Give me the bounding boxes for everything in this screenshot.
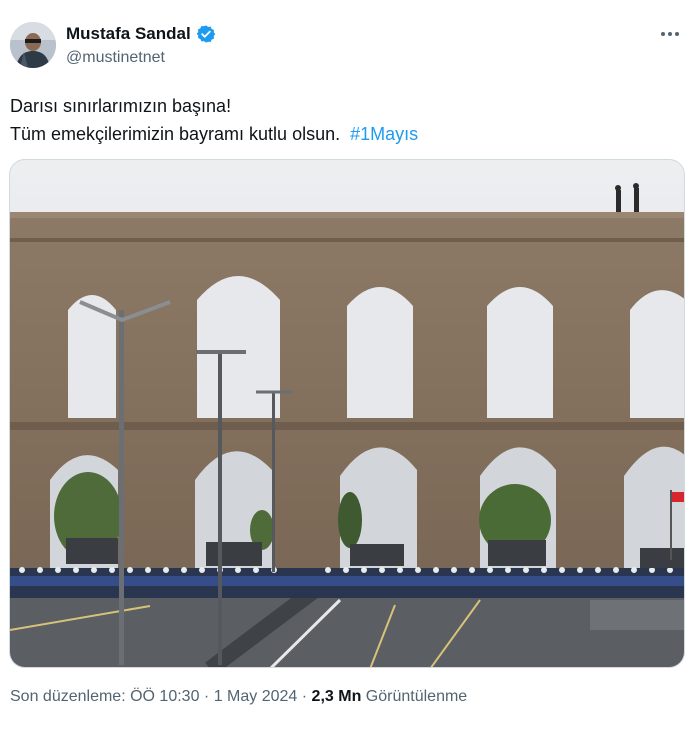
more-dot-icon [661,32,665,36]
tweet-time-link[interactable]: ÖÖ 10:30 · 1 May 2024 [130,688,297,705]
more-options-button[interactable] [658,24,682,44]
tweet-metadata: Son düzenleme: ÖÖ 10:30 · 1 May 2024 · 2… [10,688,467,706]
author-name-row: Mustafa Sandal [66,24,216,44]
tweet-card: Mustafa Sandal @mustinetnet Darısı sınır… [0,0,700,729]
aqueduct-photo [10,160,684,667]
tweet-media-photo[interactable] [9,159,685,668]
more-dot-icon [668,32,672,36]
more-dot-icon [675,32,679,36]
meta-separator: · [301,688,308,705]
avatar[interactable] [10,22,56,68]
edited-label[interactable]: Son düzenleme: [10,688,126,705]
meta-separator: · [203,688,210,705]
views-count: 2,3 Mn [311,688,362,705]
display-name[interactable]: Mustafa Sandal [66,24,191,44]
views-label: Görüntülenme [365,688,468,705]
avatar-photo-icon [10,22,56,68]
tweet-date: 1 May 2024 [213,688,298,705]
tweet-text-line-1: Darısı sınırlarımızın başına! [10,96,232,116]
tweet-text: Darısı sınırlarımızın başına! Tüm emekçi… [10,92,418,148]
author-handle[interactable]: @mustinetnet [66,49,165,67]
tweet-text-line-2: Tüm emekçilerimizin bayramı kutlu olsun.… [10,120,418,148]
tweet-text-body: Tüm emekçilerimizin bayramı kutlu olsun. [10,124,341,144]
hashtag-link[interactable]: #1Mayıs [350,124,418,144]
verified-badge-icon [196,25,215,43]
tweet-time: ÖÖ 10:30 [130,688,200,705]
